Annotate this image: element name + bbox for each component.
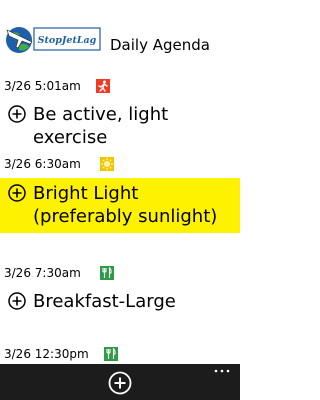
svg-text:StopJetLag: StopJetLag <box>38 35 97 46</box>
agenda-item: 3/26 7:30am Breakfast-Large <box>0 263 240 323</box>
agenda-item: 3/26 6:30am Bright Light (preferably sun… <box>0 154 240 254</box>
fork-knife-icon <box>104 347 118 361</box>
agenda-item: 3/26 12:30pm <box>0 344 240 364</box>
page-header: StopJetLag Daily Agenda <box>0 0 240 64</box>
agenda-item-row[interactable]: Be active, light exercise <box>0 102 240 148</box>
agenda-item: 3/26 5:01am Be active, light exercise <box>0 76 240 148</box>
page-title: Daily Agenda <box>110 36 210 54</box>
plus-circle-icon[interactable] <box>8 184 26 202</box>
plus-circle-icon[interactable] <box>8 105 26 123</box>
agenda-item-time: 3/26 5:01am <box>4 79 81 93</box>
plus-circle-icon[interactable] <box>8 292 26 310</box>
agenda-item-time: 3/26 6:30am <box>4 157 81 171</box>
agenda-item-text: Bright Light (preferably sunlight) <box>33 183 218 227</box>
sun-icon <box>100 157 114 171</box>
agenda-item-text: Be active, light exercise <box>33 104 169 148</box>
agenda-item-time: 3/26 12:30pm <box>4 347 89 361</box>
fork-knife-icon <box>100 266 114 280</box>
ellipsis-icon[interactable] <box>212 366 232 376</box>
agenda-item-time: 3/26 7:30am <box>4 266 81 280</box>
agenda-item-text: Breakfast-Large <box>33 291 176 312</box>
stopjetlag-logo: StopJetLag <box>6 27 101 53</box>
agenda-item-row[interactable]: Breakfast-Large <box>0 288 240 314</box>
app-bar <box>0 364 240 400</box>
running-icon <box>96 79 110 93</box>
agenda-item-row[interactable]: Bright Light (preferably sunlight) <box>0 178 240 233</box>
add-button[interactable] <box>108 371 132 395</box>
